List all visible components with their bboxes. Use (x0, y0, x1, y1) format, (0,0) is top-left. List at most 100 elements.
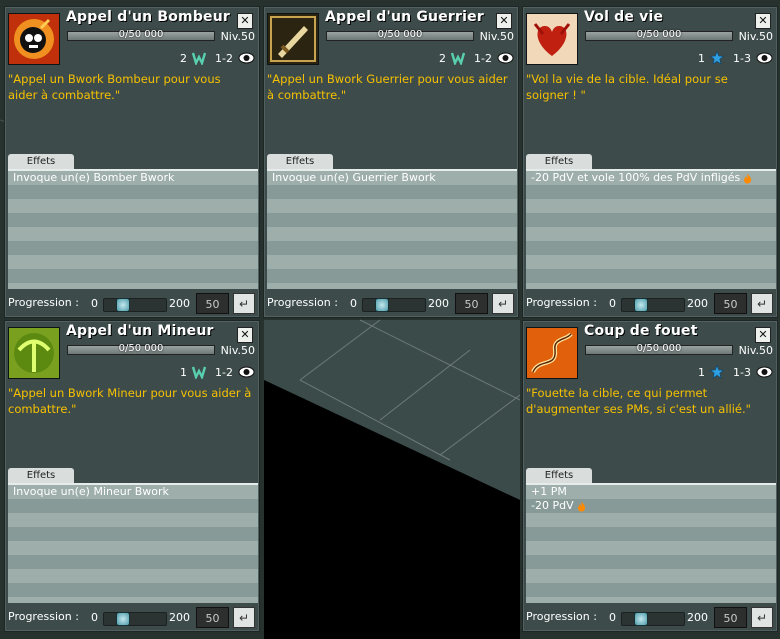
heart-icon (527, 14, 577, 64)
progression-max: 200 (169, 611, 190, 624)
progression-value-input[interactable]: 50 (196, 607, 229, 628)
line-of-sight-eye-icon (238, 52, 255, 64)
progression-label: Progression : (267, 296, 338, 309)
spell-title: Appel d'un Bombeur (66, 9, 231, 25)
progression-value-input[interactable]: 50 (455, 293, 488, 314)
line-of-sight-eye-icon (238, 366, 255, 378)
tab-effects[interactable]: Effets (8, 154, 74, 169)
spell-panel-vol-de-vie: Vol de vie ✕ 0/50 000 Niv.50 1 1-3 "Vol … (522, 6, 778, 318)
effects-list: Invoque un(e) Guerrier Bwork (267, 169, 517, 289)
effects-list: -20 PdV et vole 100% des PdV infligés (526, 169, 776, 289)
star-icon (710, 51, 725, 65)
xp-text: 0/50 000 (118, 29, 164, 40)
slider-knob[interactable] (375, 298, 389, 312)
bomb-icon (9, 14, 59, 64)
slider-knob[interactable] (634, 298, 648, 312)
star-icon (710, 365, 725, 379)
progression-max: 200 (428, 297, 449, 310)
progression-value-input[interactable]: 50 (714, 293, 747, 314)
effect-line: -20 PdV et vole 100% des PdV infligés (526, 171, 776, 185)
spell-icon-mineur (8, 327, 60, 379)
close-icon[interactable]: ✕ (237, 13, 253, 29)
range-value: 1-2 (215, 51, 233, 65)
enter-icon[interactable]: ↵ (751, 293, 773, 314)
progression-value-input[interactable]: 50 (714, 607, 747, 628)
range-value: 1-2 (474, 51, 492, 65)
progression-slider[interactable] (621, 298, 685, 312)
progression-max: 200 (687, 297, 708, 310)
xp-text: 0/50 000 (636, 29, 682, 40)
effects-list: Invoque un(e) Bomber Bwork (8, 169, 258, 289)
cost-value: 1 (698, 51, 706, 65)
xp-text: 0/50 000 (377, 29, 423, 40)
cost-value: 2 (439, 51, 447, 65)
close-icon[interactable]: ✕ (755, 327, 771, 343)
slider-knob[interactable] (116, 298, 130, 312)
close-icon[interactable]: ✕ (237, 327, 253, 343)
effect-text: -20 PdV et vole 100% des PdV infligés (531, 171, 741, 184)
spell-icon-guerrier (267, 13, 319, 65)
progression-min: 0 (91, 297, 98, 310)
range-value: 1-3 (733, 365, 751, 379)
progression-bar: Progression : 0 200 50 ↵ (526, 293, 776, 315)
spell-title: Appel d'un Mineur (66, 323, 214, 339)
whip-icon (527, 328, 577, 378)
effect-line: Invoque un(e) Mineur Bwork (8, 485, 258, 499)
wakfu-w-icon (451, 52, 466, 65)
slider-knob[interactable] (634, 612, 648, 626)
level-text: Niv.50 (738, 344, 773, 357)
spell-panel-guerrier: Appel d'un Guerrier ✕ 0/50 000 Niv.50 2 … (263, 6, 519, 318)
fire-element-icon (577, 501, 585, 511)
close-icon[interactable]: ✕ (496, 13, 512, 29)
xp-text: 0/50 000 (636, 343, 682, 354)
cost-value: 1 (180, 365, 188, 379)
sword-icon (268, 14, 318, 64)
progression-slider[interactable] (362, 298, 426, 312)
progression-slider[interactable] (103, 298, 167, 312)
progression-min: 0 (350, 297, 357, 310)
wakfu-w-icon (192, 52, 207, 65)
tab-effects[interactable]: Effets (526, 154, 592, 169)
tab-effects[interactable]: Effets (8, 468, 74, 483)
spell-panel-bombeur: Appel d'un Bombeur ✕ 0/50 000 Niv.50 2 1… (4, 6, 260, 318)
tab-effects[interactable]: Effets (267, 154, 333, 169)
cost-value: 1 (698, 365, 706, 379)
spell-description: "Vol la vie de la cible. Idéal pour se s… (526, 72, 728, 102)
effects-list: Invoque un(e) Mineur Bwork (8, 483, 258, 603)
spell-stats: 2 1-2 (439, 50, 514, 66)
enter-icon[interactable]: ↵ (751, 607, 773, 628)
effect-line: Invoque un(e) Bomber Bwork (8, 171, 258, 185)
line-of-sight-eye-icon (756, 52, 773, 64)
level-text: Niv.50 (479, 30, 514, 43)
spell-title: Appel d'un Guerrier (325, 9, 484, 25)
effect-text: +1 PM (531, 485, 567, 498)
effects-list: +1 PM -20 PdV (526, 483, 776, 603)
progression-value-input[interactable]: 50 (196, 293, 229, 314)
spell-panel-mineur: Appel d'un Mineur ✕ 0/50 000 Niv.50 1 1-… (4, 320, 260, 632)
progression-slider[interactable] (103, 612, 167, 626)
slider-knob[interactable] (116, 612, 130, 626)
progression-max: 200 (687, 611, 708, 624)
cost-value: 2 (180, 51, 188, 65)
spell-icon-coup-de-fouet (526, 327, 578, 379)
progression-label: Progression : (526, 296, 597, 309)
progression-label: Progression : (8, 296, 79, 309)
effect-text: Invoque un(e) Guerrier Bwork (272, 171, 436, 184)
effect-text: -20 PdV (531, 499, 574, 512)
close-icon[interactable]: ✕ (755, 13, 771, 29)
enter-icon[interactable]: ↵ (233, 607, 255, 628)
spell-stats: 1 1-3 (698, 364, 773, 380)
spell-description: "Appel un Bwork Guerrier pour vous aider… (267, 72, 508, 102)
range-value: 1-2 (215, 365, 233, 379)
progression-min: 0 (91, 611, 98, 624)
enter-icon[interactable]: ↵ (233, 293, 255, 314)
progression-slider[interactable] (621, 612, 685, 626)
spell-description: "Appel un Bwork Mineur pour vous aider à… (8, 386, 252, 416)
spell-title: Vol de vie (584, 9, 664, 25)
spell-stats: 1 1-2 (180, 364, 255, 380)
tab-effects[interactable]: Effets (526, 468, 592, 483)
xp-text: 0/50 000 (118, 343, 164, 354)
spell-description: "Appel un Bwork Bombeur pour vous aider … (8, 72, 221, 102)
spell-title: Coup de fouet (584, 323, 698, 339)
enter-icon[interactable]: ↵ (492, 293, 514, 314)
